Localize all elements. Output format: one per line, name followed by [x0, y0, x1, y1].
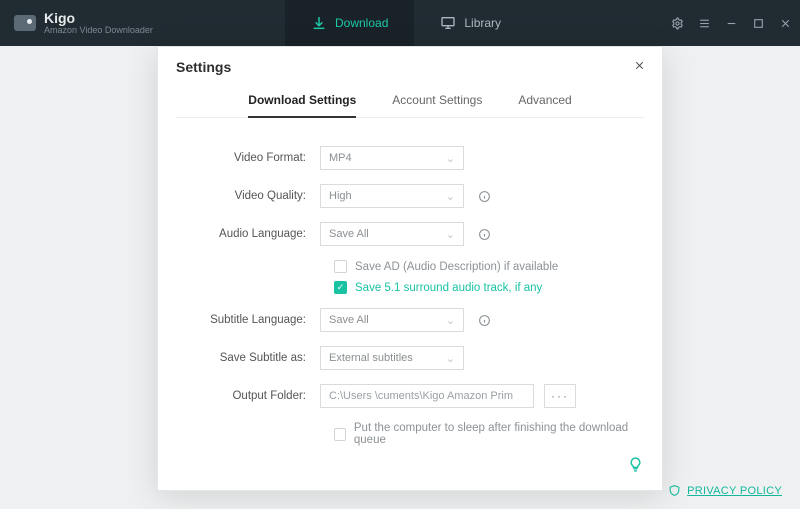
settings-tabs: Download Settings Account Settings Advan… [176, 85, 644, 118]
nav-tab-library[interactable]: Library [414, 0, 527, 46]
library-icon [440, 15, 456, 31]
privacy-policy-text: PRIVACY POLICY [687, 485, 782, 497]
nav-tab-download[interactable]: Download [285, 0, 414, 46]
select-value: External subtitles [329, 352, 413, 364]
settings-gear-icon[interactable] [671, 17, 684, 30]
row-save-subtitle-as: Save Subtitle as: External subtitles ⌄ [188, 346, 632, 370]
select-video-quality[interactable]: High ⌄ [320, 184, 464, 208]
tab-account-settings[interactable]: Account Settings [392, 93, 482, 118]
tips-lightbulb-icon[interactable] [627, 456, 644, 476]
tab-download-settings[interactable]: Download Settings [248, 93, 356, 118]
info-icon[interactable] [478, 228, 491, 241]
chevron-down-icon: ⌄ [446, 152, 455, 165]
download-icon [311, 15, 327, 31]
work-area: Settings Download Settings Account Setti… [0, 46, 800, 509]
main-nav: Download Library [285, 0, 527, 46]
app-subtitle: Amazon Video Downloader [44, 26, 153, 35]
checkbox-icon [334, 281, 347, 294]
checkbox-save-ad[interactable]: Save AD (Audio Description) if available [334, 260, 632, 273]
label-video-format: Video Format: [188, 152, 320, 164]
settings-form: Video Format: MP4 ⌄ Video Quality: High … [158, 118, 662, 454]
select-value: Save All [329, 228, 369, 240]
nav-label-download: Download [335, 16, 388, 30]
select-value: MP4 [329, 152, 352, 164]
dialog-close-button[interactable] [633, 59, 646, 75]
brand-text: Kigo Amazon Video Downloader [44, 11, 153, 35]
label-subtitle-language: Subtitle Language: [188, 314, 320, 326]
checkbox-label: Put the computer to sleep after finishin… [354, 422, 632, 446]
chevron-down-icon: ⌄ [446, 314, 455, 327]
select-value: Save All [329, 314, 369, 326]
row-video-format: Video Format: MP4 ⌄ [188, 146, 632, 170]
select-video-format[interactable]: MP4 ⌄ [320, 146, 464, 170]
settings-dialog: Settings Download Settings Account Setti… [157, 46, 663, 491]
tab-advanced[interactable]: Advanced [518, 93, 571, 118]
app-title: Kigo [44, 11, 153, 26]
window-close-button[interactable] [779, 17, 792, 30]
menu-icon[interactable] [698, 17, 711, 30]
output-folder-value: C:\Users \cuments\Kigo Amazon Prim [329, 390, 513, 402]
checkbox-icon [334, 428, 346, 441]
row-subtitle-language: Subtitle Language: Save All ⌄ [188, 308, 632, 332]
label-output-folder: Output Folder: [188, 390, 320, 402]
app-logo-icon [14, 15, 36, 31]
dialog-title: Settings [176, 59, 231, 75]
chevron-down-icon: ⌄ [446, 190, 455, 203]
output-folder-field[interactable]: C:\Users \cuments\Kigo Amazon Prim [320, 384, 534, 408]
select-audio-language[interactable]: Save All ⌄ [320, 222, 464, 246]
checkbox-save-51[interactable]: Save 5.1 surround audio track, if any [334, 281, 632, 294]
label-save-subtitle-as: Save Subtitle as: [188, 352, 320, 364]
checkbox-label: Save 5.1 surround audio track, if any [355, 282, 542, 294]
nav-label-library: Library [464, 16, 501, 30]
label-audio-language: Audio Language: [188, 228, 320, 240]
info-icon[interactable] [478, 190, 491, 203]
window-maximize-button[interactable] [752, 17, 765, 30]
select-save-subtitle-as[interactable]: External subtitles ⌄ [320, 346, 464, 370]
checkbox-sleep-after[interactable]: Put the computer to sleep after finishin… [334, 422, 632, 446]
select-subtitle-language[interactable]: Save All ⌄ [320, 308, 464, 332]
checkbox-label: Save AD (Audio Description) if available [355, 261, 558, 273]
select-value: High [329, 190, 352, 202]
info-icon[interactable] [478, 314, 491, 327]
browse-folder-button[interactable]: ··· [544, 384, 576, 408]
chevron-down-icon: ⌄ [446, 352, 455, 365]
shield-icon [668, 484, 681, 497]
window-controls [671, 0, 792, 46]
row-video-quality: Video Quality: High ⌄ [188, 184, 632, 208]
label-video-quality: Video Quality: [188, 190, 320, 202]
row-output-folder: Output Folder: C:\Users \cuments\Kigo Am… [188, 384, 632, 408]
dialog-header: Settings [158, 47, 662, 85]
chevron-down-icon: ⌄ [446, 228, 455, 241]
checkbox-icon [334, 260, 347, 273]
brand-block: Kigo Amazon Video Downloader [0, 11, 285, 35]
title-bar: Kigo Amazon Video Downloader Download Li… [0, 0, 800, 46]
window-minimize-button[interactable] [725, 17, 738, 30]
privacy-policy-link[interactable]: PRIVACY POLICY [668, 484, 782, 497]
row-audio-language: Audio Language: Save All ⌄ [188, 222, 632, 246]
